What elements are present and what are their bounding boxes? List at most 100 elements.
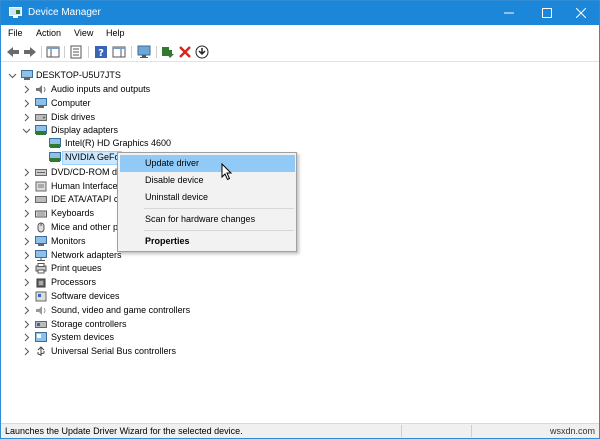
forward-icon[interactable] xyxy=(23,45,37,59)
tree-category-universal-serial-bus-controllers[interactable]: Universal Serial Bus controllers xyxy=(1,345,301,359)
tree-item-label: Software devices xyxy=(51,291,120,301)
tree-item-label: Audio inputs and outputs xyxy=(51,84,151,94)
window-title: Device Manager xyxy=(28,7,101,18)
update-driver-menu-item[interactable]: Update driver xyxy=(120,155,295,172)
uninstall-device-menu-item[interactable]: Uninstall device xyxy=(120,189,295,206)
action-pane-icon[interactable] xyxy=(112,45,126,59)
tree-category-display-adapters[interactable]: Display adapters xyxy=(1,124,301,138)
collapse-chevron-icon[interactable] xyxy=(8,71,17,80)
tree-category-disk-drives[interactable]: Disk drives xyxy=(1,111,301,125)
expand-chevron-icon[interactable] xyxy=(22,168,31,177)
computer-monitor-icon[interactable] xyxy=(137,45,151,59)
tree-category-print-queues[interactable]: Print queues xyxy=(1,262,301,276)
software-device-icon xyxy=(35,291,47,302)
tree-root[interactable]: DESKTOP-U5U7JTS xyxy=(1,69,301,83)
tree-item-label: Display adapters xyxy=(51,125,119,135)
tree-category-system-devices[interactable]: System devices xyxy=(1,331,301,345)
display-adapter-icon xyxy=(49,138,61,149)
expand-chevron-icon[interactable] xyxy=(22,195,31,204)
tree-category-processors[interactable]: Processors xyxy=(1,276,301,290)
device-manager-icon xyxy=(9,7,22,18)
tree-category-storage-controllers[interactable]: Storage controllers xyxy=(1,318,301,332)
processor-icon xyxy=(35,277,47,288)
system-device-icon xyxy=(35,332,47,343)
expand-chevron-icon[interactable] xyxy=(22,209,31,218)
computer-icon xyxy=(21,70,33,81)
monitor-icon xyxy=(35,236,47,247)
tree-item-label: IDE ATA/ATAPI c xyxy=(51,194,119,204)
maximize-button[interactable] xyxy=(529,1,565,25)
tree-item-label: Human Interface xyxy=(51,181,118,191)
usb-icon xyxy=(35,346,47,357)
disk-drive-icon xyxy=(35,112,47,123)
expand-chevron-icon[interactable] xyxy=(22,182,31,191)
expand-chevron-icon[interactable] xyxy=(22,264,31,273)
expand-chevron-icon[interactable] xyxy=(22,113,31,122)
properties-icon[interactable] xyxy=(69,45,83,59)
title-bar[interactable]: Device Manager xyxy=(1,1,599,25)
expand-chevron-icon[interactable] xyxy=(22,347,31,356)
menu-separator xyxy=(144,208,294,209)
show-hide-console-tree-icon[interactable] xyxy=(46,45,60,59)
expand-chevron-icon[interactable] xyxy=(22,292,31,301)
expand-chevron-icon[interactable] xyxy=(22,99,31,108)
menu-help[interactable]: Help xyxy=(106,28,125,38)
display-adapter-icon xyxy=(35,125,47,136)
expand-chevron-icon[interactable] xyxy=(22,223,31,232)
sound-icon xyxy=(35,305,47,316)
display-adapter-icon xyxy=(49,152,61,163)
keyboard-icon xyxy=(35,208,47,219)
storage-controller-icon xyxy=(35,319,47,330)
download-icon[interactable] xyxy=(195,45,209,59)
tree-category-sound-video-and-game-controllers[interactable]: Sound, video and game controllers xyxy=(1,304,301,318)
tree-item-label: Universal Serial Bus controllers xyxy=(51,346,177,356)
menu-file[interactable]: File xyxy=(8,28,23,38)
properties-menu-item[interactable]: Properties xyxy=(120,233,295,250)
expand-chevron-icon[interactable] xyxy=(22,251,31,260)
tree-item-label: Processors xyxy=(51,277,97,287)
network-adapter-icon xyxy=(35,250,47,261)
tree-item-label: Network adapters xyxy=(51,250,122,260)
collapse-chevron-icon[interactable] xyxy=(22,126,31,135)
uninstall-icon[interactable] xyxy=(178,45,192,59)
context-menu: Update driver Disable device Uninstall d… xyxy=(117,152,297,252)
tree-item-intel-graphics[interactable]: Intel(R) HD Graphics 4600 xyxy=(1,137,301,151)
minimize-button[interactable] xyxy=(491,1,527,25)
expand-chevron-icon[interactable] xyxy=(22,237,31,246)
status-text: Launches the Update Driver Wizard for th… xyxy=(5,426,243,436)
back-icon[interactable] xyxy=(6,45,20,59)
update-driver-icon[interactable] xyxy=(161,45,175,59)
hid-icon xyxy=(35,181,47,192)
expand-chevron-icon[interactable] xyxy=(22,278,31,287)
expand-chevron-icon[interactable] xyxy=(22,85,31,94)
ide-controller-icon xyxy=(35,194,47,205)
tree-item-label: Keyboards xyxy=(51,208,95,218)
tree-category-software-devices[interactable]: Software devices xyxy=(1,290,301,304)
menu-view[interactable]: View xyxy=(74,28,93,38)
svg-text:?: ? xyxy=(98,48,104,59)
menu-separator xyxy=(144,230,294,231)
speaker-icon xyxy=(35,84,47,95)
status-bar: Launches the Update Driver Wizard for th… xyxy=(1,423,599,438)
tree-item-label: Storage controllers xyxy=(51,319,127,329)
tree-item-label: Monitors xyxy=(51,236,86,246)
disable-device-menu-item[interactable]: Disable device xyxy=(120,172,295,189)
menu-bar: File Action View Help xyxy=(1,25,599,42)
tree-item-label: Sound, video and game controllers xyxy=(51,305,191,315)
close-button[interactable] xyxy=(563,1,599,25)
computer-icon xyxy=(35,98,47,109)
tree-category-audio-inputs-and-outputs[interactable]: Audio inputs and outputs xyxy=(1,83,301,97)
help-icon[interactable]: ? xyxy=(94,45,108,59)
expand-chevron-icon[interactable] xyxy=(22,333,31,342)
tree-category-computer[interactable]: Computer xyxy=(1,97,301,111)
expand-chevron-icon[interactable] xyxy=(22,306,31,315)
device-tree: DESKTOP-U5U7JTS Audio inputs and outputs… xyxy=(1,63,599,423)
tree-item-label: System devices xyxy=(51,332,115,342)
device-manager-window: Device Manager File Action View Help ? D… xyxy=(0,0,600,439)
tree-item-label: Intel(R) HD Graphics 4600 xyxy=(65,138,172,148)
tree-item-label: Computer xyxy=(51,98,91,108)
expand-chevron-icon[interactable] xyxy=(22,320,31,329)
watermark-text: wsxdn.com xyxy=(549,426,595,436)
menu-action[interactable]: Action xyxy=(36,28,61,38)
scan-hardware-menu-item[interactable]: Scan for hardware changes xyxy=(120,211,295,228)
